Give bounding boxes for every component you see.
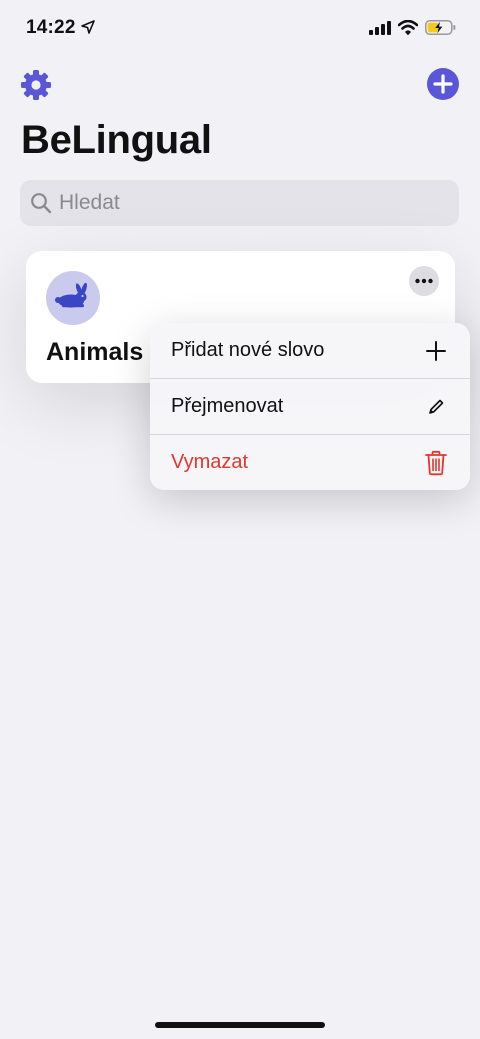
gear-icon: [21, 70, 51, 100]
add-deck-button[interactable]: [427, 68, 459, 100]
menu-item-delete[interactable]: Vymazat: [150, 434, 470, 490]
location-arrow-icon: [81, 20, 95, 34]
ellipsis-icon: [415, 278, 433, 284]
cellular-signal-icon: [369, 20, 391, 35]
menu-item-label: Vymazat: [171, 451, 249, 473]
menu-item-label: Přidat nové slovo: [171, 339, 325, 361]
plus-icon: [433, 74, 453, 94]
trash-icon: [424, 450, 448, 475]
home-indicator[interactable]: [155, 1022, 325, 1028]
menu-item-label: Přejmenovat: [171, 395, 284, 417]
plus-icon: [424, 339, 448, 363]
pencil-icon: [424, 395, 448, 419]
rabbit-icon: [55, 282, 87, 308]
wifi-icon: [398, 20, 418, 35]
search-input[interactable]: [57, 190, 421, 216]
status-indicators: [369, 20, 456, 35]
menu-item-add-word[interactable]: Přidat nové slovo: [150, 323, 470, 378]
status-time: 14:22: [26, 17, 76, 38]
battery-charging-icon: [425, 20, 456, 35]
deck-avatar: [46, 271, 100, 325]
status-bar: 14:22: [0, 0, 480, 58]
more-options-button[interactable]: [409, 266, 439, 296]
search-bar[interactable]: [20, 180, 459, 226]
settings-button[interactable]: [19, 68, 53, 102]
deck-title: Animals: [46, 338, 144, 366]
menu-item-rename[interactable]: Přejmenovat: [150, 378, 470, 434]
page-title: BeLingual: [21, 118, 212, 162]
search-icon: [31, 193, 52, 214]
context-menu: Přidat nové slovo Přejmenovat Vymazat: [150, 323, 470, 490]
